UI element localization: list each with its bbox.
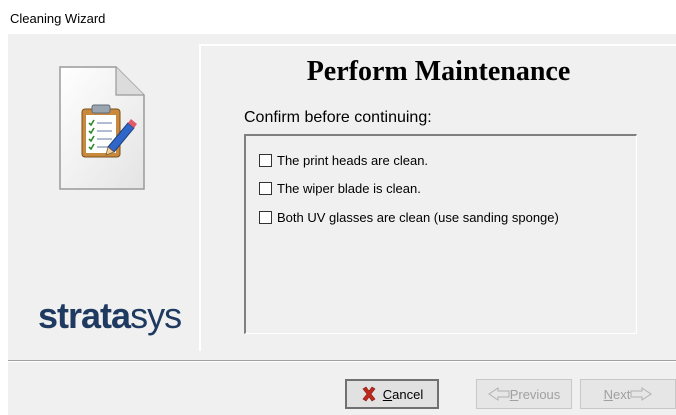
checklist-item-label: Both UV glasses are clean (use sanding s… xyxy=(277,209,559,225)
arrow-right-icon xyxy=(630,387,653,401)
maintenance-panel: Perform Maintenance Confirm before conti… xyxy=(199,44,676,351)
arrow-left-icon xyxy=(487,387,510,401)
next-label: Next xyxy=(603,386,631,402)
logo-text-bold: strata xyxy=(38,295,131,336)
checklist-item-label: The wiper blade is clean. xyxy=(277,180,421,196)
red-x-icon xyxy=(362,386,376,402)
previous-label: Previous xyxy=(509,386,561,402)
checklist-item-print-heads[interactable]: The print heads are clean. xyxy=(259,151,428,169)
checkbox[interactable] xyxy=(259,181,272,195)
page-title: Perform Maintenance xyxy=(306,56,571,87)
checklist-item-uv-glasses[interactable]: Both UV glasses are clean (use sanding s… xyxy=(259,208,559,226)
footer-divider xyxy=(8,360,676,362)
previous-button[interactable]: Previous xyxy=(476,379,572,409)
clipboard-document-icon xyxy=(56,65,146,191)
window-title: Cleaning Wizard xyxy=(10,11,106,26)
checklist-item-wiper-blade[interactable]: The wiper blade is clean. xyxy=(259,179,421,197)
next-button[interactable]: Next xyxy=(580,379,676,409)
cancel-label: Cancel xyxy=(382,386,424,402)
cancel-button[interactable]: Cancel xyxy=(345,379,439,409)
logo-text-light: sys xyxy=(130,295,182,336)
checklist-box: The print heads are clean. The wiper bla… xyxy=(244,134,637,334)
title-bar: Cleaning Wizard xyxy=(0,0,676,34)
confirm-prompt: Confirm before continuing: xyxy=(244,109,432,126)
wizard-client-area: stratasys Perform Maintenance Confirm be… xyxy=(8,34,676,415)
checkbox[interactable] xyxy=(259,153,272,167)
checklist-item-label: The print heads are clean. xyxy=(277,152,429,168)
checkbox[interactable] xyxy=(259,210,272,224)
stratasys-logo: stratasys xyxy=(38,295,182,336)
